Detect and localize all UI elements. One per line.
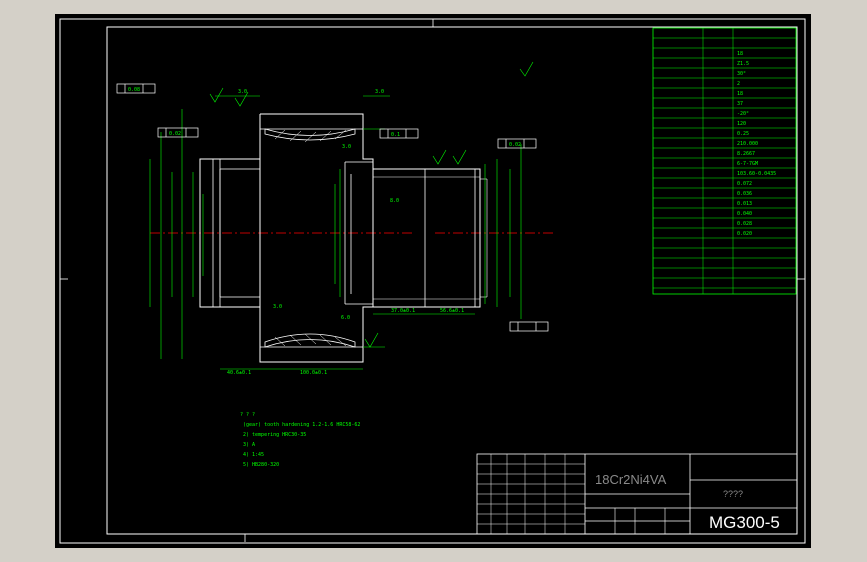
drawing-number: MG300-5 xyxy=(709,513,780,532)
tol-ref-d: 0.02 xyxy=(509,142,521,148)
inner-border xyxy=(106,26,798,535)
dim-mid-offset: 8.0 xyxy=(390,198,399,204)
tol-ref-c: 0.02 xyxy=(169,131,181,137)
table-value: 18 xyxy=(737,91,743,97)
table-value: 120 xyxy=(737,121,746,127)
tolerance-frames: 0.08 0.02 0.1 0.02 xyxy=(116,83,549,332)
table-value: 0.036 xyxy=(737,191,752,197)
table-value: 6-7-7GM xyxy=(737,161,758,167)
cad-drawing: 0.08 0.02 0.1 0.02 40.6±0.1 100.0±0.1 37… xyxy=(59,18,806,544)
title-placeholder: ???? xyxy=(723,489,743,499)
dim-chamfer-a: 3.0 xyxy=(273,304,282,310)
table-value: 8.2667 xyxy=(737,151,755,157)
note-line-5: 5) HB280-320 xyxy=(243,462,279,468)
table-value: 30° xyxy=(737,71,746,77)
table-value: 0.25 xyxy=(737,131,749,137)
table-value: 18 xyxy=(737,51,743,57)
dim-gear-mark: 3.0 xyxy=(342,144,351,150)
dimension-lines xyxy=(149,95,522,370)
tol-ref-a: 0.08 xyxy=(128,87,140,93)
table-value: 0.013 xyxy=(737,201,752,207)
svg-text:? ? ?: ? ? ? xyxy=(240,412,255,418)
table-value: 2 xyxy=(737,81,740,87)
note-line-1: (gear) tooth hardening 1.2-1.6 HRC58-62 xyxy=(243,422,360,428)
title-block: 18Cr2Ni4VA ???? MG300-5 xyxy=(476,453,798,535)
material-label: 18Cr2Ni4VA xyxy=(595,472,667,487)
note-line-3: 3) A xyxy=(243,442,255,448)
dim-top-left: 3.0 xyxy=(238,89,247,95)
table-value: 210.000 xyxy=(737,141,758,147)
tol-ref-b: 0.1 xyxy=(391,132,400,138)
table-value: 37 xyxy=(737,101,743,107)
table-value: 103.60-0.0435 xyxy=(737,171,776,177)
technical-notes: ? ? ? (gear) tooth hardening 1.2-1.6 HRC… xyxy=(240,412,360,468)
note-line-4: 4) 1:45 xyxy=(243,452,264,458)
table-value: 0.072 xyxy=(737,181,752,187)
drawing-sheet: 0.08 0.02 0.1 0.02 40.6±0.1 100.0±0.1 37… xyxy=(55,14,811,548)
part-view xyxy=(150,113,555,363)
table-value: Z1.5 xyxy=(737,61,749,67)
dim-left-width: 40.6±0.1 xyxy=(227,370,251,376)
dim-step-a: 37.0±0.1 xyxy=(391,308,415,314)
dim-step-b: 56.6±0.1 xyxy=(440,308,464,314)
table-value: 0.020 xyxy=(737,231,752,237)
dim-chamfer-b: 6.0 xyxy=(341,315,350,321)
table-value: 0.040 xyxy=(737,211,752,217)
dim-overall-length: 100.0±0.1 xyxy=(300,370,327,376)
table-value: -20° xyxy=(737,111,749,117)
table-value: 0.028 xyxy=(737,221,752,227)
gear-parameter-table: 18 Z1.5 30° 2 18 37 -20° 120 0.25 210.000 8.2667 6-… xyxy=(652,27,797,295)
dim-top-right: 3.0 xyxy=(375,89,384,95)
note-line-2: 2) tempering HRC30-35 xyxy=(243,432,306,438)
